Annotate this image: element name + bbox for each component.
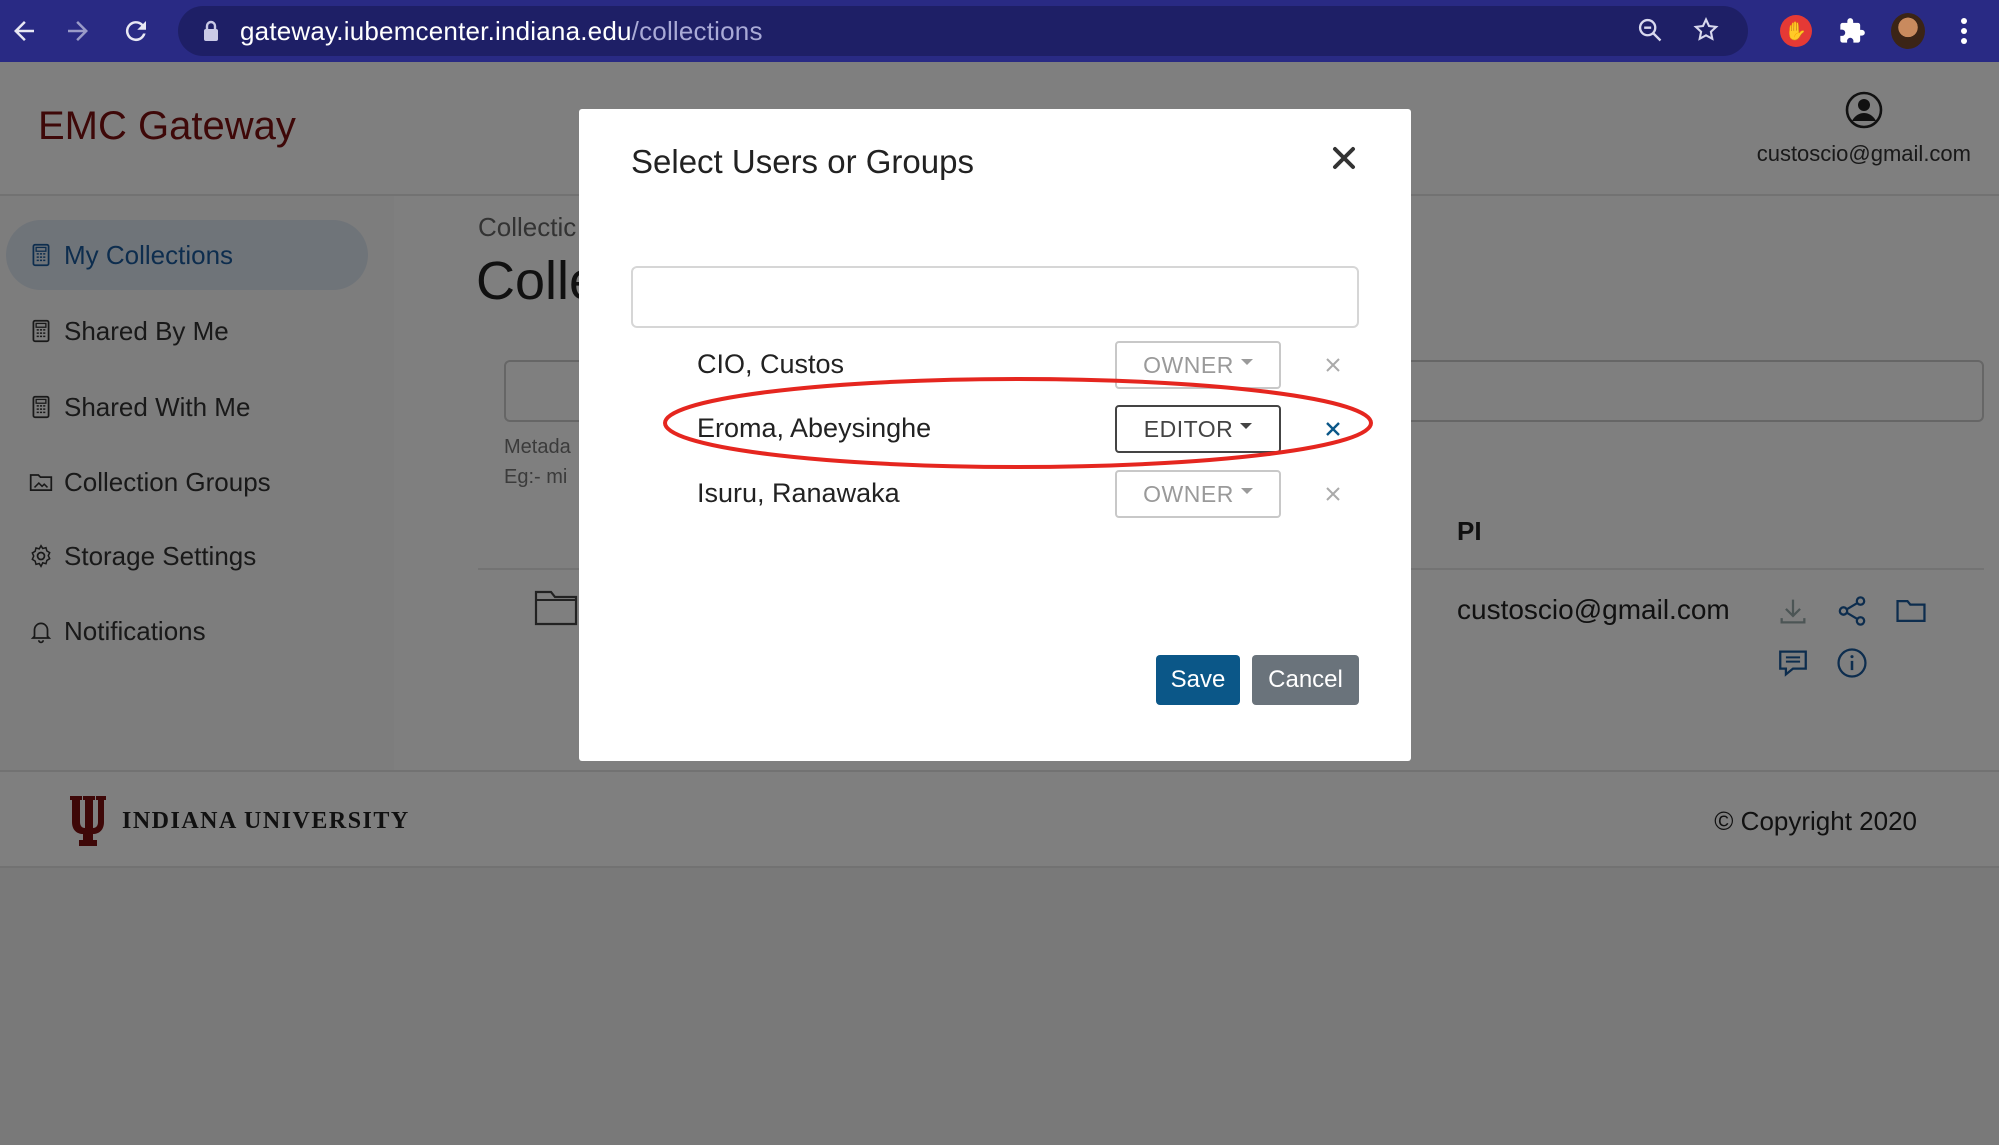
user-row: Isuru, Ranawaka OWNER <box>631 470 1359 520</box>
address-bar[interactable]: gateway.iubemcenter.indiana.edu/collecti… <box>178 6 1748 56</box>
url-text: gateway.iubemcenter.indiana.edu/collecti… <box>240 16 763 47</box>
browser-toolbar: gateway.iubemcenter.indiana.edu/collecti… <box>0 0 1999 62</box>
stop-extension-icon[interactable]: ✋ <box>1779 14 1813 48</box>
caret-down-icon <box>1240 359 1253 365</box>
remove-user-icon[interactable] <box>1319 480 1347 508</box>
url-host: gateway.iubemcenter.indiana.edu <box>240 15 632 46</box>
reload-icon[interactable] <box>112 7 160 55</box>
lock-icon <box>204 20 218 41</box>
kebab-menu-icon[interactable] <box>1947 14 1981 48</box>
puzzle-extensions-icon[interactable] <box>1835 14 1869 48</box>
star-icon[interactable] <box>1692 16 1720 44</box>
user-name: Isuru, Ranawaka <box>697 478 900 508</box>
modal-title: Select Users or Groups <box>631 143 974 180</box>
user-search-input[interactable] <box>631 266 1359 328</box>
cancel-button[interactable]: Cancel <box>1252 655 1359 705</box>
profile-avatar[interactable] <box>1891 13 1925 49</box>
select-users-modal: Select Users or Groups CIO, Custos OWNER… <box>579 109 1411 761</box>
url-path: /collections <box>631 15 763 46</box>
highlight-annotation <box>663 377 1373 469</box>
zoom-icon[interactable] <box>1636 16 1664 44</box>
back-arrow-icon[interactable] <box>0 7 48 55</box>
save-button[interactable]: Save <box>1156 655 1240 705</box>
role-dropdown[interactable]: OWNER <box>1115 470 1281 518</box>
role-label: OWNER <box>1143 480 1234 507</box>
close-icon[interactable] <box>1329 143 1359 173</box>
forward-arrow-icon[interactable] <box>54 7 102 55</box>
caret-down-icon <box>1240 488 1253 494</box>
